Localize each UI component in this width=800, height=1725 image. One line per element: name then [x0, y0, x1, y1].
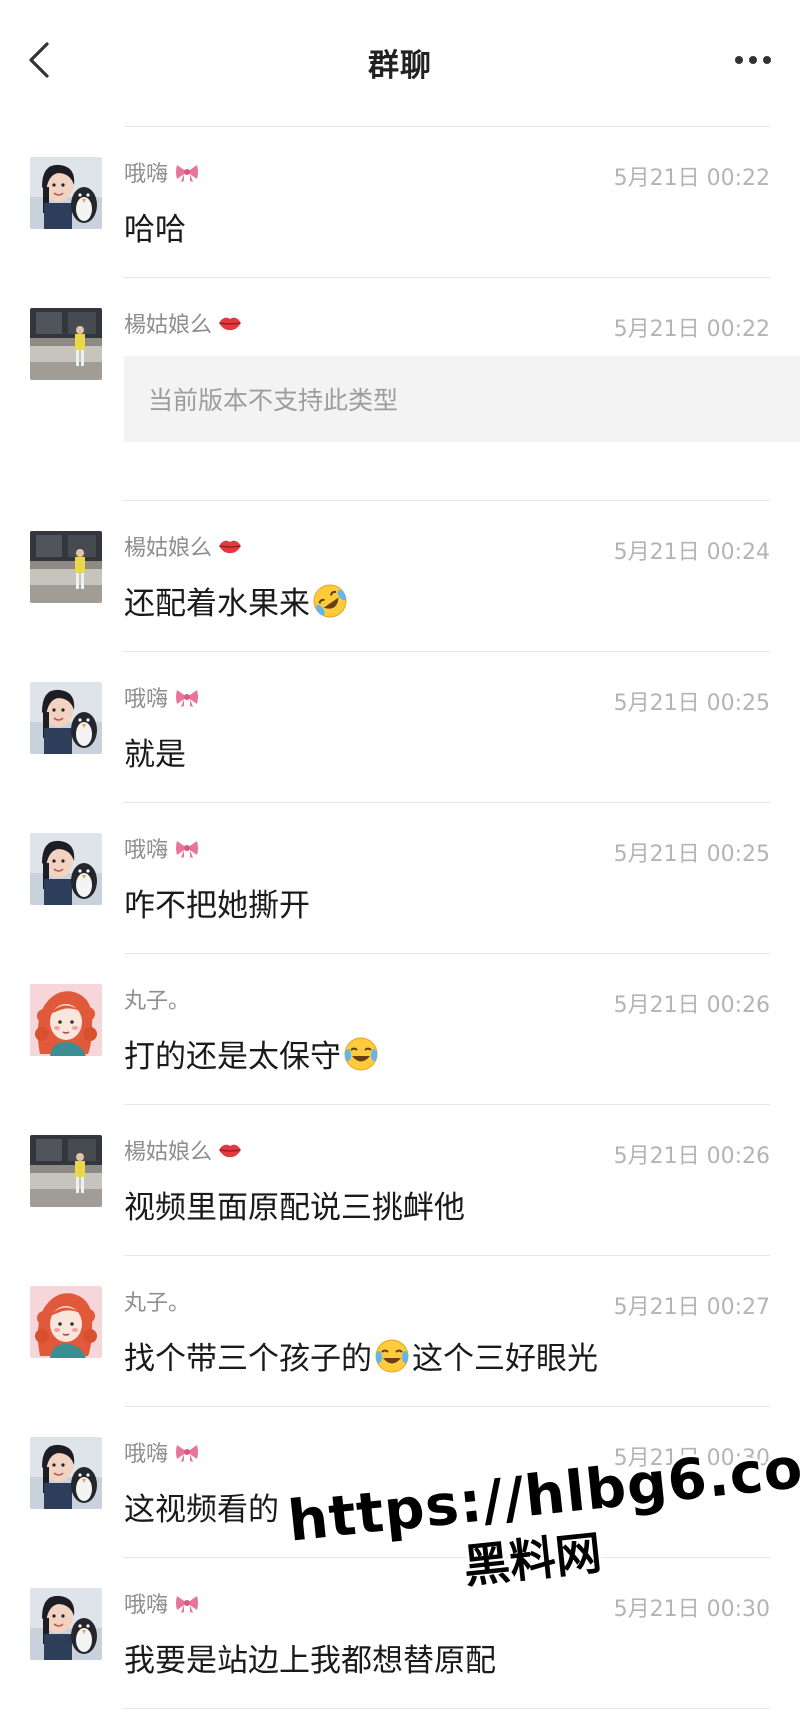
message-time: 5月21日 00:24: [613, 540, 770, 565]
avatar-girl-penguin[interactable]: [30, 157, 102, 229]
sender-row: 哦嗨: [124, 833, 200, 863]
sender-name[interactable]: 哦嗨: [124, 832, 168, 864]
message-text-part: 这视频看的: [124, 1492, 279, 1528]
message-item[interactable]: 哦嗨 5月21日 00:25 就是: [30, 652, 770, 803]
message-text: 就是: [124, 729, 186, 774]
avatar-girl-penguin[interactable]: [30, 1437, 102, 1509]
sender-name[interactable]: 楊姑娘么: [124, 307, 212, 339]
message-text: 哈哈: [124, 204, 186, 249]
sender-row: 哦嗨: [124, 1588, 200, 1618]
tears-of-joy-emoji: [342, 1035, 380, 1073]
sender-name[interactable]: 哦嗨: [124, 681, 168, 713]
more-horizontal-icon: [735, 56, 771, 64]
rolling-laugh-emoji: [311, 582, 349, 620]
message-time: 5月21日 00:25: [613, 842, 770, 867]
sender-row: 哦嗨: [124, 157, 200, 187]
message-text: 这视频看的: [124, 1484, 279, 1529]
avatar-girl-penguin[interactable]: [30, 833, 102, 905]
message-item[interactable]: 楊姑娘么 5月21日 00:26 视频里面原配说三挑衅他: [30, 1105, 770, 1256]
bow-icon: [174, 838, 200, 858]
bow-icon: [174, 1593, 200, 1613]
sender-name[interactable]: 哦嗨: [124, 1436, 168, 1468]
avatar-cartoon-redhair[interactable]: [30, 1286, 102, 1358]
message-item[interactable]: 丸子。 5月21日 00:27 找个带三个孩子的 这个三好眼光: [30, 1256, 770, 1407]
message-time: 5月21日 00:25: [613, 691, 770, 716]
avatar-cartoon-redhair[interactable]: [30, 984, 102, 1056]
more-button[interactable]: [726, 38, 780, 82]
message-time: 5月21日 00:26: [613, 1144, 770, 1169]
message-item[interactable]: 哦嗨 5月21日 00:22 哈哈: [30, 127, 770, 278]
avatar-girl-penguin[interactable]: [30, 682, 102, 754]
avatar-girl-penguin[interactable]: [30, 1588, 102, 1660]
message-text-part: 打的还是太保守: [124, 1039, 341, 1075]
message-time: 5月21日 00:30: [613, 1597, 770, 1622]
lips-icon: [218, 1141, 242, 1159]
sender-name[interactable]: 楊姑娘么: [124, 1134, 212, 1166]
sender-row: 哦嗨: [124, 1437, 200, 1467]
unsupported-message-notice: 当前版本不支持此类型: [124, 356, 800, 442]
bow-icon: [174, 162, 200, 182]
message-item[interactable]: 哦嗨 5月21日 00:25 咋不把她撕开: [30, 803, 770, 954]
sender-row: 楊姑娘么: [124, 1135, 242, 1165]
message-text-part: 就是: [124, 737, 186, 773]
message-text: 还配着水果来: [124, 578, 350, 623]
message-text-part: 这个三好眼光: [412, 1341, 598, 1377]
message-text: 咋不把她撕开: [124, 880, 310, 925]
sender-name[interactable]: 哦嗨: [124, 1587, 168, 1619]
message-item[interactable]: 楊姑娘么 5月21日 00:24 还配着水果来: [30, 501, 770, 652]
lips-icon: [218, 537, 242, 555]
avatar-photo-street[interactable]: [30, 1135, 102, 1207]
message-text-part: 哈哈: [124, 212, 186, 248]
message-time: 5月21日 00:26: [613, 993, 770, 1018]
message-time: 5月21日 00:22: [613, 166, 770, 191]
message-text-part: 还配着水果来: [124, 586, 310, 622]
message-time: 5月21日 00:27: [613, 1295, 770, 1320]
message-item[interactable]: 丸子。 5月21日 00:26 打的还是太保守: [30, 954, 770, 1105]
top-bar: 群聊: [0, 0, 800, 120]
page-title: 群聊: [368, 48, 432, 84]
message-text: 我要是站边上我都想替原配: [124, 1635, 496, 1680]
sender-name[interactable]: 丸子。: [124, 1285, 190, 1317]
lips-icon: [218, 314, 242, 332]
message-text: 打的还是太保守: [124, 1031, 381, 1076]
sender-row: 丸子。: [124, 1286, 190, 1316]
sender-row: 哦嗨: [124, 682, 200, 712]
avatar-photo-street[interactable]: [30, 308, 102, 380]
sender-name[interactable]: 丸子。: [124, 983, 190, 1015]
sender-row: 丸子。: [124, 984, 190, 1014]
message-text-part: 视频里面原配说三挑衅他: [124, 1190, 465, 1226]
message-item[interactable]: 楊姑娘么 5月21日 00:22 当前版本不支持此类型: [30, 278, 800, 501]
tears-of-joy-emoji: [373, 1337, 411, 1375]
bow-icon: [174, 687, 200, 707]
bow-icon: [174, 1442, 200, 1462]
sender-row: 楊姑娘么: [124, 308, 242, 338]
sender-name[interactable]: 哦嗨: [124, 156, 168, 188]
sender-name[interactable]: 楊姑娘么: [124, 530, 212, 562]
message-text-part: 找个带三个孩子的: [124, 1341, 372, 1377]
message-text-part: 咋不把她撕开: [124, 888, 310, 924]
message-text-part: 我要是站边上我都想替原配: [124, 1643, 496, 1679]
sender-row: 楊姑娘么: [124, 531, 242, 561]
avatar-photo-street[interactable]: [30, 531, 102, 603]
message-time: 5月21日 00:22: [613, 317, 770, 342]
message-text: 找个带三个孩子的 这个三好眼光: [124, 1333, 598, 1378]
message-text: 视频里面原配说三挑衅他: [124, 1182, 465, 1227]
